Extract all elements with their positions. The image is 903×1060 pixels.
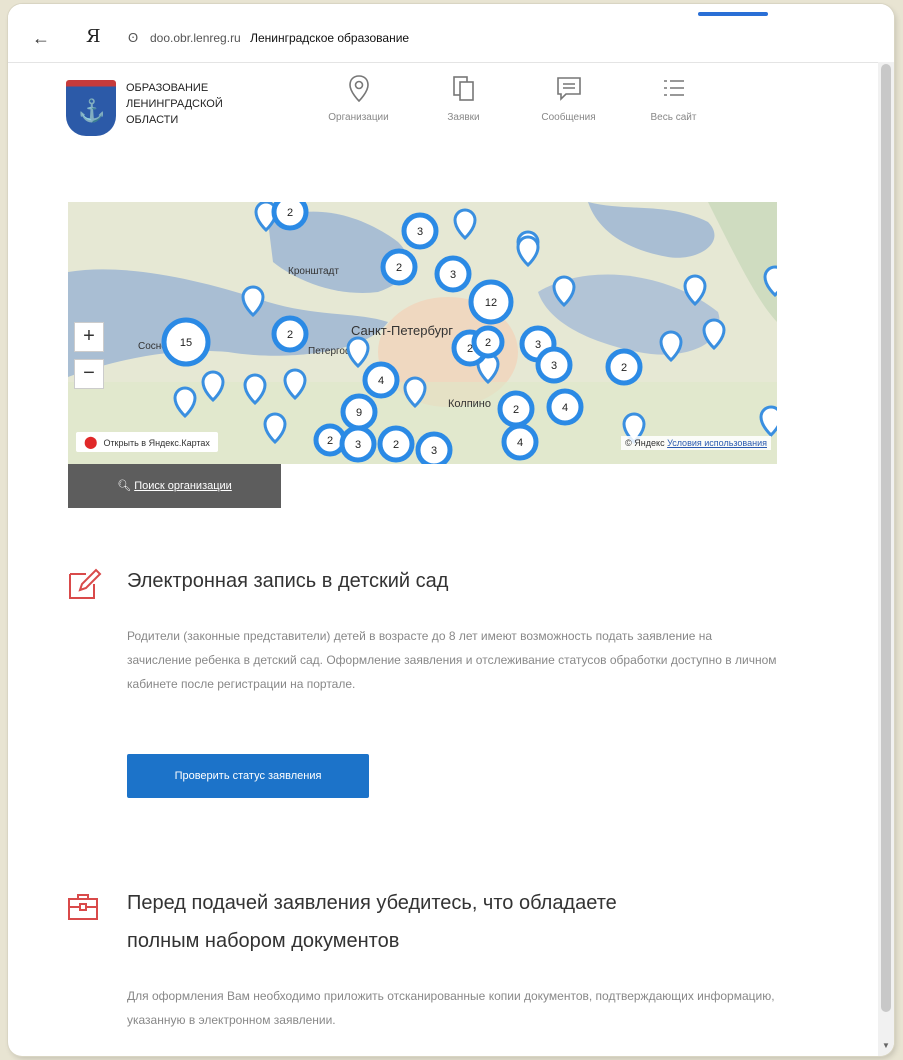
main-nav: Организации Заявки Сообщения Весь сайт bbox=[306, 74, 726, 123]
map-cluster-marker[interactable]: 2 bbox=[605, 348, 643, 386]
map-cluster-marker[interactable]: 2 bbox=[377, 425, 415, 463]
cluster-count: 2 bbox=[396, 262, 402, 274]
list-icon bbox=[621, 74, 726, 110]
documents-icon bbox=[411, 74, 516, 110]
region-emblem-icon[interactable]: ⚓ bbox=[66, 80, 116, 136]
map-cluster-marker[interactable]: 3 bbox=[535, 346, 573, 384]
cluster-count: 12 bbox=[485, 297, 497, 309]
map-cluster-marker[interactable]: 4 bbox=[362, 361, 400, 399]
zoom-in-button[interactable]: + bbox=[74, 322, 104, 352]
nav-messages[interactable]: Сообщения bbox=[516, 74, 621, 123]
cluster-count: 9 bbox=[356, 407, 362, 419]
open-in-yandex-maps-link[interactable]: ⬤ Открыть в Яндекс.Картах bbox=[76, 432, 218, 452]
map-cluster-marker[interactable]: 2 bbox=[271, 315, 309, 353]
cluster-count: 3 bbox=[535, 339, 541, 351]
cluster-count: 2 bbox=[393, 439, 399, 451]
cluster-count: 3 bbox=[431, 445, 437, 457]
documents-text: Для оформления Вам необходимо приложить … bbox=[127, 989, 775, 1027]
map-cluster-marker[interactable]: 2 bbox=[380, 248, 418, 286]
copyright-text: © Яндекс bbox=[625, 438, 665, 448]
kindergarten-enrollment-text: Родители (законные представители) детей … bbox=[127, 629, 777, 691]
search-button-label: Поиск организации bbox=[134, 480, 232, 492]
nav-organizations[interactable]: Организации bbox=[306, 74, 411, 123]
map-cluster-marker[interactable]: 3 bbox=[339, 425, 377, 463]
map-cluster-marker[interactable]: 2 bbox=[313, 423, 347, 457]
cluster-count: 4 bbox=[562, 402, 568, 414]
map-cluster-marker[interactable]: 9 bbox=[340, 393, 378, 431]
nav-label: Сообщения bbox=[541, 112, 596, 123]
map-cluster-marker[interactable]: 3 bbox=[434, 255, 472, 293]
map-label-kolpino: Колпино bbox=[448, 398, 491, 410]
cluster-count: 4 bbox=[378, 375, 384, 387]
message-icon bbox=[516, 74, 621, 110]
reload-icon[interactable]: ʘ bbox=[128, 30, 138, 45]
back-arrow-icon[interactable]: ← bbox=[32, 28, 50, 49]
cluster-count: 3 bbox=[417, 226, 423, 238]
briefcase-icon bbox=[66, 890, 100, 933]
cluster-count: 3 bbox=[551, 360, 557, 372]
cluster-count: 3 bbox=[355, 439, 361, 451]
nav-label: Организации bbox=[328, 112, 389, 123]
cluster-count: 15 bbox=[180, 337, 192, 349]
location-pin-icon bbox=[306, 74, 411, 110]
documents-title: Перед подачей заявления убедитесь, что о… bbox=[127, 884, 617, 960]
scroll-down-arrow-icon[interactable]: ▼ bbox=[882, 1041, 890, 1050]
documents-title-line-1: Перед подачей заявления убедитесь, что о… bbox=[127, 892, 617, 914]
logo-line-2: ЛЕНИНГРАДСКОЙ bbox=[126, 98, 223, 110]
nav-label: Весь сайт bbox=[650, 112, 697, 123]
browser-toolbar: ← Я ʘ doo.obr.lenreg.ru Ленинградское об… bbox=[8, 4, 894, 63]
map-canvas[interactable]: Санкт-Петербург Сосновый Бор Петергоф Кр… bbox=[68, 202, 777, 464]
kindergarten-enrollment-title: Электронная запись в детский сад bbox=[127, 570, 449, 592]
yandex-map-pin-icon: ⬤ bbox=[84, 435, 98, 449]
cluster-count: 2 bbox=[485, 337, 491, 349]
check-application-status-button[interactable]: Проверить статус заявления bbox=[127, 754, 369, 798]
yandex-logo-icon[interactable]: Я bbox=[86, 26, 101, 47]
map-cluster-marker[interactable]: 4 bbox=[501, 423, 539, 461]
logo-line-3: ОБЛАСТИ bbox=[126, 114, 179, 126]
search-organizations-button[interactable]: 🔍︎ Поиск организации bbox=[68, 464, 281, 508]
site-logo-text[interactable]: ОБРАЗОВАНИЕ ЛЕНИНГРАДСКОЙ ОБЛАСТИ bbox=[126, 80, 266, 128]
scrollbar-thumb[interactable] bbox=[881, 64, 891, 1012]
nav-applications[interactable]: Заявки bbox=[411, 74, 516, 123]
open-yandex-label: Открыть в Яндекс.Картах bbox=[103, 438, 210, 448]
page-scrollbar[interactable]: ▼ bbox=[878, 62, 894, 1056]
map-cluster-marker[interactable]: 3 bbox=[401, 212, 439, 250]
cluster-count: 2 bbox=[513, 404, 519, 416]
map-cluster-marker[interactable]: 15 bbox=[161, 317, 211, 367]
page-title: Ленинградское образование bbox=[250, 31, 410, 45]
anchor-icon: ⚓ bbox=[78, 98, 106, 123]
browser-window: ← Я ʘ doo.obr.lenreg.ru Ленинградское об… bbox=[8, 4, 894, 1056]
map-cluster-marker[interactable]: 12 bbox=[468, 279, 514, 325]
terms-of-use-link[interactable]: Условия использования bbox=[667, 438, 767, 448]
organizations-map[interactable]: Санкт-Петербург Сосновый Бор Петергоф Кр… bbox=[68, 202, 777, 464]
map-cluster-marker[interactable]: 3 bbox=[415, 431, 453, 464]
cluster-count: 4 bbox=[517, 437, 523, 449]
map-label-kronstadt: Кронштадт bbox=[288, 266, 339, 277]
map-cluster-marker[interactable]: 2 bbox=[471, 325, 505, 359]
nav-label: Заявки bbox=[447, 112, 480, 123]
edit-pencil-icon bbox=[66, 566, 102, 611]
map-label-peterhof: Петергоф bbox=[308, 345, 353, 357]
cluster-count: 2 bbox=[621, 362, 627, 374]
logo-line-1: ОБРАЗОВАНИЕ bbox=[126, 82, 209, 94]
zoom-out-button[interactable]: − bbox=[74, 359, 104, 389]
map-cluster-marker[interactable]: 2 bbox=[271, 202, 309, 231]
url-text: doo.obr.lenreg.ru bbox=[150, 31, 241, 45]
address-bar[interactable]: doo.obr.lenreg.ru Ленинградское образова… bbox=[150, 31, 409, 45]
active-tab-indicator bbox=[698, 12, 768, 16]
map-copyright: © Яндекс Условия использования bbox=[621, 436, 771, 450]
map-cluster-marker[interactable]: 4 bbox=[546, 388, 584, 426]
search-icon: 🔍︎ bbox=[117, 480, 132, 492]
nav-whole-site[interactable]: Весь сайт bbox=[621, 74, 726, 123]
map-cluster-marker[interactable]: 2 bbox=[497, 390, 535, 428]
cluster-count: 3 bbox=[450, 269, 456, 281]
cluster-count: 2 bbox=[287, 207, 293, 219]
documents-title-line-2: полным набором документов bbox=[127, 930, 400, 952]
map-label-spb: Санкт-Петербург bbox=[351, 323, 453, 338]
cluster-count: 2 bbox=[327, 435, 333, 447]
cluster-count: 2 bbox=[287, 329, 293, 341]
